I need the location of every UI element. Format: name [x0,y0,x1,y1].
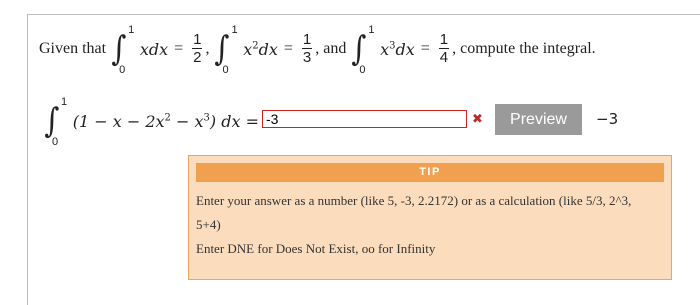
fraction-3: 1 4 [438,31,450,66]
tip-line-3: Enter DNE for Does Not Exist, oo for Inf… [196,241,436,256]
fraction-denominator: 2 [193,49,202,66]
integrand-1: xdx [139,39,169,59]
fraction-numerator: 1 [192,31,203,49]
comma: , [205,40,210,57]
equals-sign: = [174,40,184,57]
equals-sign: = [283,40,293,57]
question-integrand: (1 − x − 2x2 − x3) dx = [72,111,259,131]
preview-button[interactable]: Preview [495,104,582,135]
error-icon: ✖ [472,112,483,127]
given-that-text: Given that [39,40,107,57]
lower-limit: 0 [222,64,229,76]
fraction-2: 1 3 [301,31,313,66]
upper-limit: 1 [61,96,68,108]
tip-box: TIP Enter your answer as a number (like … [188,155,672,280]
tip-title: TIP [196,163,664,182]
lower-limit: 0 [119,64,126,76]
problem-statement: Given that ∫ 1 0 xdx = 1 2 , ∫ 1 0 x2dx … [39,24,596,76]
fraction-numerator: 1 [438,31,450,49]
equals-sign: = [420,40,430,57]
integrand-2: x2dx [243,39,278,59]
upper-limit: 1 [231,24,238,36]
and-text: , and [315,40,347,57]
integrand-3: x3dx [380,39,415,59]
question-expression: ∫ 1 0 (1 − x − 2x2 − x3) dx = [39,96,259,148]
fraction-denominator: 3 [302,49,312,66]
integral-3: ∫ 1 0 [350,24,378,76]
fraction-1: 1 2 [192,31,203,66]
lower-limit: 0 [359,64,366,76]
fraction-numerator: 1 [301,31,313,49]
compute-text: , compute the integral. [452,40,596,57]
lower-limit: 0 [52,136,59,148]
tip-line-1: Enter your answer as a number (like 5, -… [196,193,632,208]
upper-limit: 1 [128,24,135,36]
fraction-denominator: 4 [439,49,449,66]
tip-line-2: 5+4) [196,217,221,232]
answer-input[interactable] [262,110,467,128]
integral-2: ∫ 1 0 [213,24,241,76]
preview-result: −3 [596,110,619,128]
integral-1: ∫ 1 0 [110,24,138,76]
upper-limit: 1 [368,24,375,36]
question-integral: ∫ 1 0 [43,96,71,148]
